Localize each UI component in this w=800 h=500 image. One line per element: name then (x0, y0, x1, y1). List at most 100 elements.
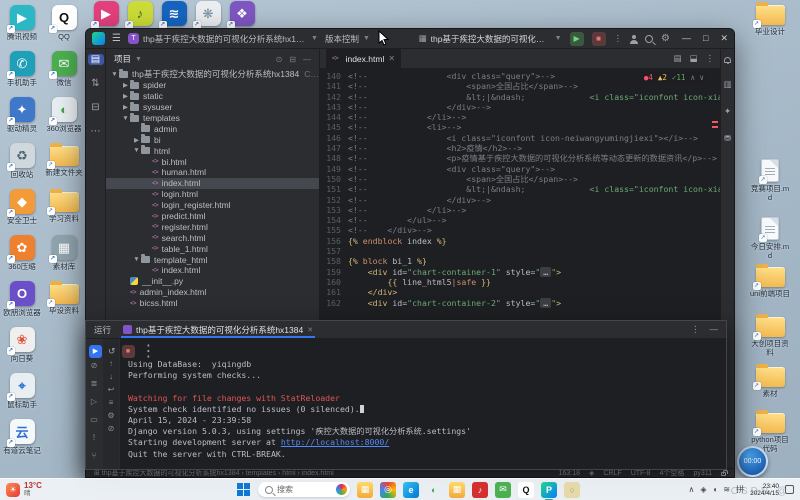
run-more-icon[interactable]: ⋮ (691, 324, 700, 335)
chevron-down-icon[interactable]: ▼ (121, 115, 130, 122)
problems-icon[interactable]: ! (93, 433, 95, 442)
volume-icon[interactable]: ◖ (713, 485, 718, 494)
chevron-right-icon[interactable]: ▶ (132, 136, 141, 144)
code-line[interactable]: 153 <!-- </li>--> (320, 205, 720, 215)
tree-item-templates[interactable]: ▼ templates (106, 112, 319, 124)
taskbar-icon-chrome[interactable]: ◎ (380, 481, 396, 498)
tree-item-index.html[interactable]: <> index.html (106, 177, 319, 189)
desktop-icon[interactable]: ❖ ↗ (222, 1, 262, 29)
taskbar-icon-netease[interactable]: ♪ (472, 481, 488, 498)
code-with-me-icon[interactable] (629, 34, 638, 44)
collapse-all-icon[interactable]: ⊟ (289, 55, 296, 64)
desktop-icon-竞赛项目.md[interactable]: ↗ 竞赛项目.md (750, 158, 790, 202)
taskbar-search[interactable]: 搜索 (258, 482, 350, 497)
tree-item-sysuser[interactable]: ▶ sysuser (106, 101, 319, 113)
structure-tool-icon[interactable]: ⊟ (91, 102, 99, 113)
taskbar-icon-qq[interactable]: Q (518, 481, 534, 498)
close-tab-icon[interactable]: ✕ (388, 54, 395, 63)
minimize-button[interactable]: — (682, 33, 691, 44)
code-line[interactable]: 143 <!-- </div>--> (320, 102, 720, 112)
branch-icon[interactable]: ⑂ (92, 451, 97, 460)
inspections-widget[interactable]: ●4 ▲2 ✓11 ∧ ∨ (639, 72, 708, 85)
chevron-down-icon[interactable]: ▼ (132, 147, 141, 154)
code-line[interactable]: 148 <!-- <p>疫情基于疾控大数据的可视化分析系统等动态更新的数据资讯</… (320, 153, 720, 163)
code-line[interactable]: 147 <!-- <h2>疫情</h2>--> (320, 143, 720, 153)
ime-icon[interactable]: 拼 (736, 484, 744, 495)
taskbar-icon-explorer[interactable]: ▦ (357, 481, 373, 498)
settings-gear-icon[interactable]: ⚙ (661, 33, 670, 44)
code-line[interactable]: 159 <div id= "chart-container-1" style= "…… (320, 266, 720, 277)
soft-wrap-icon[interactable]: ↩ (108, 385, 115, 394)
desktop-icon-360浏览器[interactable]: ◐ ↗ 360浏览器 (44, 97, 84, 134)
run-config-selector[interactable]: ▦ thp基于疾控大数据的可视化分析系统hx1384 ▼ (419, 33, 562, 45)
mute-icon[interactable]: ⊘ (91, 361, 98, 370)
desktop-icon-今日安排.md[interactable]: ↗ 今日安排.md (750, 216, 790, 260)
code-line[interactable]: 161 </div> (320, 287, 720, 297)
stop-button[interactable]: ■ (591, 31, 606, 46)
tree-item-human.html[interactable]: <> human.html (106, 167, 319, 178)
network-icon[interactable]: ≋ (723, 485, 730, 494)
code-line[interactable]: 150 <!-- <span>全国占比</span>--> (320, 174, 720, 184)
close-tab-icon[interactable]: ✕ (307, 326, 313, 334)
code-line[interactable]: 151 <!-- &lt;|&ndash; <i class="iconfont … (320, 184, 720, 194)
tree-item-login.html[interactable]: <> login.html (106, 189, 319, 200)
code-line[interactable]: 160 {{ line_html5 |safe }} (320, 277, 720, 287)
code-line[interactable]: 162 <div id= "chart-container-2" style= "…… (320, 297, 720, 308)
tree-item-register.html[interactable]: <> register.html (106, 221, 319, 232)
scroll-end-icon[interactable]: ≡ (109, 398, 114, 407)
chevron-right-icon[interactable]: ▶ (121, 103, 130, 111)
desktop-icon-回收站[interactable]: ♻ ↗ 回收站 (2, 143, 42, 180)
desktop-icon-uni前端项目[interactable]: ↗ uni前端项目 (750, 264, 790, 299)
tree-item-thp基于疾控大数据的可视化分析系统hx1384[interactable]: ▼ thp基于疾控大数据的可视化分析系统hx1384 C:\desktop\thp基 (106, 69, 319, 80)
tab-index-html[interactable]: <> index.html ✕ (326, 49, 403, 68)
floating-timer-widget[interactable]: 00:00 (737, 446, 768, 477)
tree-item-spider[interactable]: ▶ spider (106, 79, 319, 91)
ai-assistant-icon[interactable]: ✦ (724, 106, 731, 117)
hide-panel-icon[interactable]: — (303, 55, 311, 64)
commit-tool-icon[interactable]: ⇅ (91, 78, 99, 89)
code-line[interactable]: 146 <!-- <i class="iconfont icon-neiwangy… (320, 133, 720, 143)
interpreter[interactable]: py311 (693, 470, 712, 477)
code-line[interactable]: 158 {% block bi_1 %} (320, 256, 720, 266)
error-stripe-mark[interactable] (712, 121, 718, 123)
code-line[interactable]: 145 <!-- <li>--> (320, 122, 720, 132)
stop-process-button[interactable]: ■ (121, 344, 135, 358)
desktop-icon-素材库[interactable]: ▦ ↗ 素材库 (44, 235, 84, 272)
tray-clock[interactable]: 23:40 2024/4/15 (750, 483, 779, 497)
run-button[interactable]: ▶ (569, 31, 584, 46)
console-settings-icon[interactable]: ⚙ (107, 411, 114, 420)
tree-item-table_1.html[interactable]: <> table_1.html (106, 243, 319, 254)
server-link[interactable]: http://localhost:8000/ (281, 437, 389, 447)
code-line[interactable]: 149 <!-- <div class="query">--> (320, 164, 720, 174)
terminal-icon[interactable]: ▭ (90, 415, 98, 424)
tree-item-static[interactable]: ▶ static (106, 90, 319, 102)
code-line[interactable]: 156 {% endblock index %} (320, 236, 720, 246)
tree-item-html[interactable]: ▼ html (106, 145, 319, 156)
desktop-icon-毕业设计[interactable]: ↗ 毕业设计 (750, 2, 790, 37)
layout-icon[interactable]: ▤ (673, 53, 681, 64)
desktop-icon-安全卫士[interactable]: ◆ ↗ 安全卫士 (2, 189, 42, 226)
code-line[interactable]: 154 <!-- </ul>--> (320, 215, 720, 225)
tree-item-predict.html[interactable]: <> predict.html (106, 211, 319, 222)
restart-icon[interactable]: ↺ (108, 346, 116, 357)
shield-tray-icon[interactable]: ◈ (700, 485, 706, 494)
taskbar-icon-pycharm[interactable]: P (541, 481, 557, 500)
taskbar-icon-browser360[interactable]: ◐ (426, 481, 442, 498)
encoding[interactable]: UTF-8 (631, 470, 651, 477)
desktop-icon-新建文件夹[interactable]: ↗ 新建文件夹 (44, 143, 84, 178)
main-menu-icon[interactable]: ☰ (112, 33, 121, 44)
error-stripe-mark[interactable] (712, 126, 718, 128)
tree-item-__init__.py[interactable]: __init__.py (106, 276, 319, 287)
maximize-button[interactable]: □ (703, 33, 708, 44)
run-minimize-icon[interactable]: — (710, 324, 719, 335)
project-widget[interactable]: T thp基于疾控大数据的可视化分析系统hx1384 ▼ (127, 33, 318, 45)
tree-item-admin_index.html[interactable]: <> admin_index.html (106, 287, 319, 298)
chevron-right-icon[interactable]: ▶ (121, 92, 130, 100)
editor-more-icon[interactable]: ⋮ (706, 53, 715, 64)
tree-item-template_html[interactable]: ▼ template_html (106, 254, 319, 265)
caret-position[interactable]: 163:18 (559, 470, 580, 477)
desktop-icon-QQ[interactable]: Q ↗ QQ (44, 5, 84, 42)
desktop-icon-有道云笔记[interactable]: 云 ↗ 有道云笔记 (2, 419, 42, 456)
taskbar-icon-folder2[interactable]: ▦ (449, 481, 465, 498)
desktop-icon-腾讯视频[interactable]: ▶ ↗ 腾讯视频 (2, 5, 42, 42)
